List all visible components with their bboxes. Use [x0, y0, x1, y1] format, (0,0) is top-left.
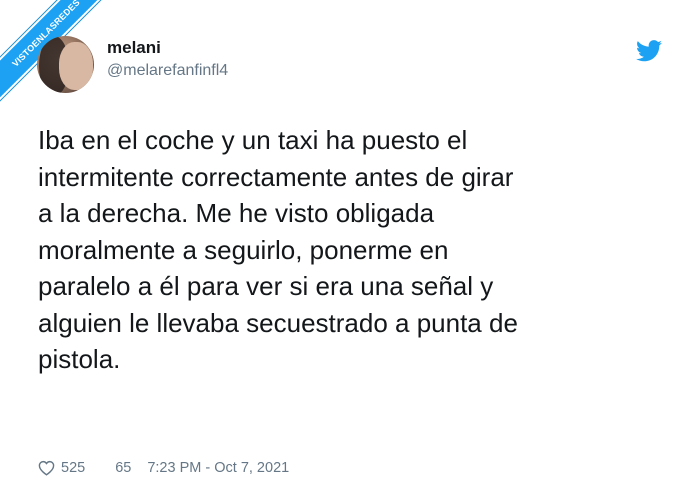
author-handle[interactable]: @melarefanfinfl4 [107, 62, 228, 80]
heart-icon[interactable] [38, 460, 55, 476]
tweet-text: Iba en el coche y un taxi ha puesto el i… [38, 125, 518, 374]
twitter-bird-icon[interactable] [636, 40, 662, 62]
avatar[interactable] [37, 36, 94, 93]
tweet-footer: 525 65 7:23 PM - Oct 7, 2021 [38, 458, 289, 478]
author-name[interactable]: melani [107, 38, 161, 58]
timestamp[interactable]: 7:23 PM - Oct 7, 2021 [147, 460, 289, 476]
reply-count[interactable]: 65 [115, 460, 131, 476]
tweet-card: VISTOENLASREDES melani @melarefanfinfl4 … [0, 0, 700, 504]
like-count[interactable]: 525 [61, 460, 85, 476]
